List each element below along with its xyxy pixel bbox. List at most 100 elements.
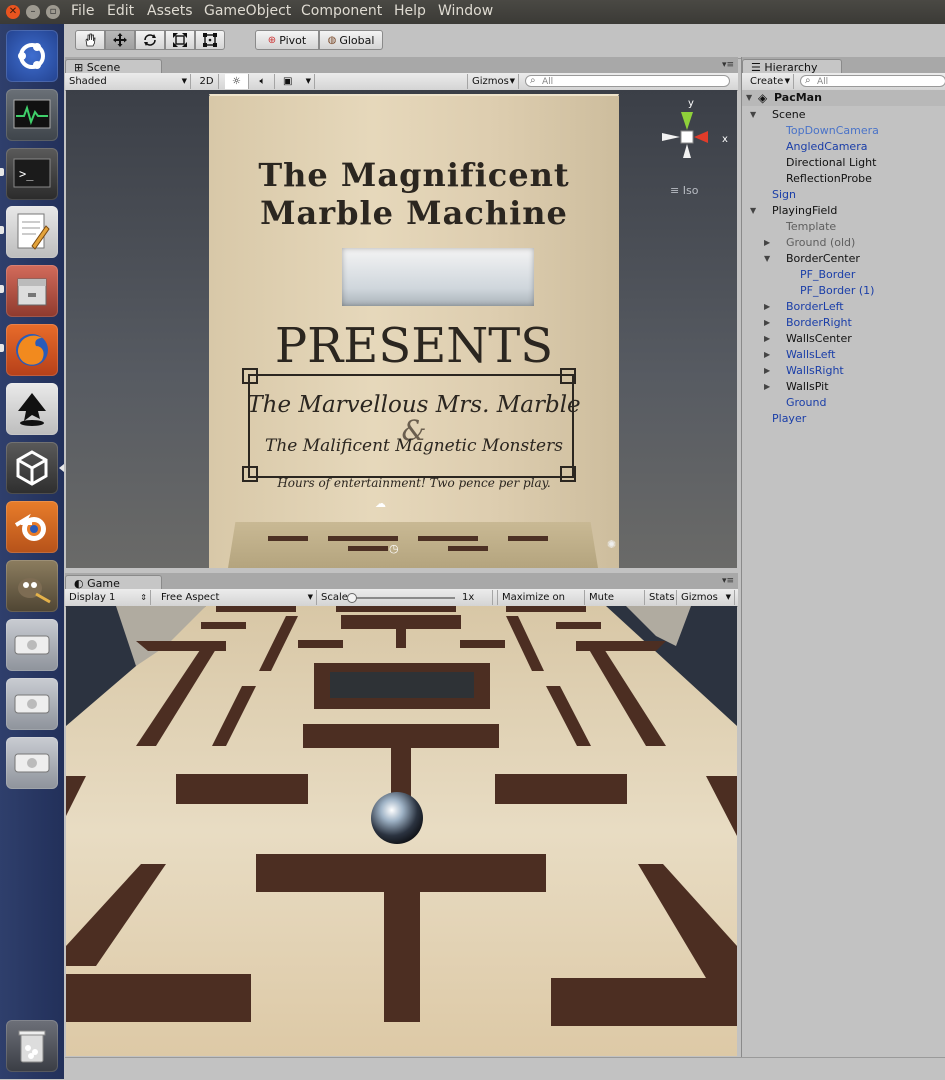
menu-help[interactable]: Help xyxy=(394,3,426,19)
expand-arrow-icon[interactable]: ▼ xyxy=(764,251,774,267)
expand-arrow-icon[interactable]: ▼ xyxy=(750,203,760,219)
rect-tool-button[interactable] xyxy=(195,30,225,50)
panel-menu-icon[interactable]: ▾≡ xyxy=(722,576,734,586)
system-monitor-icon[interactable] xyxy=(6,89,58,141)
neg-y-axis-cone[interactable] xyxy=(683,144,691,158)
maximize-on-play-toggle[interactable]: Maximize on Play xyxy=(497,590,585,618)
globe-icon: ◍ xyxy=(327,34,337,46)
maximize-window-icon[interactable]: ▫ xyxy=(46,5,60,19)
scene-gizmos-dropdown[interactable]: Gizmos ▼ xyxy=(467,74,519,89)
file-manager-icon[interactable] xyxy=(6,265,58,317)
hierarchy-item[interactable]: Sign xyxy=(742,187,945,203)
expand-arrow-icon[interactable]: ▼ xyxy=(746,90,756,106)
scale-tool-button[interactable] xyxy=(165,30,195,50)
global-toggle[interactable]: ◍ Global xyxy=(319,30,383,50)
hierarchy-item[interactable]: Ground xyxy=(742,395,945,411)
y-axis-cone[interactable] xyxy=(681,112,693,130)
orientation-gizmo[interactable]: y x ≡ Iso xyxy=(656,98,736,200)
hierarchy-search-input[interactable]: All xyxy=(800,75,945,87)
game-viewport[interactable] xyxy=(66,606,737,1056)
create-dropdown[interactable]: Create ▼ xyxy=(746,74,794,89)
collapse-arrow-icon[interactable]: ▶ xyxy=(764,363,774,379)
hierarchy-item[interactable]: ▶ BorderRight xyxy=(742,315,945,331)
light-gizmo-icon[interactable]: ☁ xyxy=(375,497,386,510)
2d-mode-button[interactable]: 2D xyxy=(195,74,219,89)
disk-drive-icon[interactable] xyxy=(6,619,58,671)
menu-component[interactable]: Component xyxy=(301,3,382,19)
neg-x-axis-cone[interactable] xyxy=(662,133,680,141)
menu-edit[interactable]: Edit xyxy=(107,3,134,19)
scene-audio-button[interactable]: 🔈︎ xyxy=(251,74,275,89)
hierarchy-item[interactable]: PF_Border xyxy=(742,267,945,283)
move-tool-button[interactable] xyxy=(105,30,135,50)
collapse-arrow-icon[interactable]: ▶ xyxy=(764,315,774,331)
menu-gameobject[interactable]: GameObject xyxy=(204,3,291,19)
display-dropdown[interactable]: Display 1 ⇕ xyxy=(65,590,151,605)
mute-audio-toggle[interactable]: Mute audio xyxy=(585,590,645,618)
inkscape-icon[interactable] xyxy=(6,383,58,435)
hierarchy-item[interactable]: ▶ BorderLeft xyxy=(742,299,945,315)
terminal-icon[interactable]: >_ xyxy=(6,148,58,200)
collapse-arrow-icon[interactable]: ▶ xyxy=(764,379,774,395)
hierarchy-item[interactable]: PF_Border (1) xyxy=(742,283,945,299)
ubuntu-dash-icon[interactable] xyxy=(6,30,58,82)
collapse-arrow-icon[interactable]: ▶ xyxy=(764,347,774,363)
pivot-icon: ⊕ xyxy=(267,34,277,46)
svg-text:>_: >_ xyxy=(19,167,34,181)
collapse-arrow-icon[interactable]: ▶ xyxy=(764,235,774,251)
disk-drive-icon[interactable] xyxy=(6,737,58,789)
collapse-arrow-icon[interactable]: ▶ xyxy=(764,331,774,347)
expand-arrow-icon[interactable]: ▼ xyxy=(750,107,760,123)
hierarchy-item[interactable]: ▼ BorderCenter xyxy=(742,251,945,267)
hierarchy-item[interactable]: ▼ Scene xyxy=(742,107,945,123)
camera-gizmo-icon[interactable]: ◷ xyxy=(389,542,399,555)
x-axis-cone[interactable] xyxy=(694,131,708,143)
close-window-icon[interactable]: ✕ xyxy=(6,5,20,19)
collapse-arrow-icon[interactable]: ▶ xyxy=(764,299,774,315)
hierarchy-item[interactable]: ▼ PlayingField xyxy=(742,203,945,219)
hierarchy-item[interactable]: ▶ WallsCenter xyxy=(742,331,945,347)
scale-thumb[interactable] xyxy=(347,593,357,603)
sign-tagline: Hours of entertainment! Two pence per pl… xyxy=(277,476,551,490)
hierarchy-item[interactable]: TopDownCamera xyxy=(742,123,945,139)
hierarchy-item[interactable]: ▶ WallsRight xyxy=(742,363,945,379)
scene-lighting-button[interactable]: ☼ xyxy=(225,74,249,89)
hierarchy-item[interactable]: AngledCamera xyxy=(742,139,945,155)
rotate-tool-button[interactable] xyxy=(135,30,165,50)
scene-search-input[interactable]: All xyxy=(525,75,730,87)
aspect-dropdown[interactable]: Free Aspect ▼ xyxy=(157,590,317,605)
projection-label[interactable]: ≡ Iso xyxy=(670,184,698,197)
trash-icon[interactable] xyxy=(6,1020,58,1072)
gimp-icon[interactable] xyxy=(6,560,58,612)
scene-root-row[interactable]: ▼ ◈ PacMan xyxy=(742,90,945,106)
unity-icon[interactable] xyxy=(6,442,58,494)
gizmo-center-cube[interactable] xyxy=(680,130,694,144)
hierarchy-item[interactable]: ▶ WallsLeft xyxy=(742,347,945,363)
text-editor-icon[interactable] xyxy=(6,206,58,258)
blender-icon[interactable] xyxy=(6,501,58,553)
pivot-toggle[interactable]: ⊕ Pivot xyxy=(255,30,319,50)
scene-viewport[interactable]: The Magnificent Marble Machine PRESENTS … xyxy=(66,90,737,568)
hierarchy-item[interactable]: ▶ WallsPit xyxy=(742,379,945,395)
hierarchy-item[interactable]: Directional Light xyxy=(742,155,945,171)
probe-gizmo-icon[interactable]: ✺ xyxy=(607,538,616,551)
hierarchy-item[interactable]: ▶ Ground (old) xyxy=(742,235,945,251)
scale-slider[interactable]: Scale 1x xyxy=(317,590,493,605)
scene-effects-dropdown[interactable]: ▣ ▼ xyxy=(279,74,315,89)
chevron-down-icon: ▼ xyxy=(784,77,790,85)
hand-tool-button[interactable] xyxy=(75,30,105,50)
minimize-window-icon[interactable]: – xyxy=(26,5,40,19)
menu-window[interactable]: Window xyxy=(438,3,493,19)
panel-menu-icon[interactable]: ▾≡ xyxy=(722,60,734,70)
hierarchy-item[interactable]: Template xyxy=(742,219,945,235)
firefox-icon[interactable] xyxy=(6,324,58,376)
menu-file[interactable]: File xyxy=(71,3,94,19)
menu-assets[interactable]: Assets xyxy=(147,3,193,19)
hierarchy-item[interactable]: ReflectionProbe xyxy=(742,171,945,187)
stats-toggle[interactable]: Stats xyxy=(645,590,677,605)
hierarchy-item[interactable]: Player xyxy=(742,411,945,427)
shading-mode-dropdown[interactable]: Shaded ▼ xyxy=(65,74,191,89)
disk-drive-icon[interactable] xyxy=(6,678,58,730)
scale-track[interactable] xyxy=(351,597,455,599)
game-gizmos-dropdown[interactable]: Gizmos ▼ xyxy=(677,590,735,605)
